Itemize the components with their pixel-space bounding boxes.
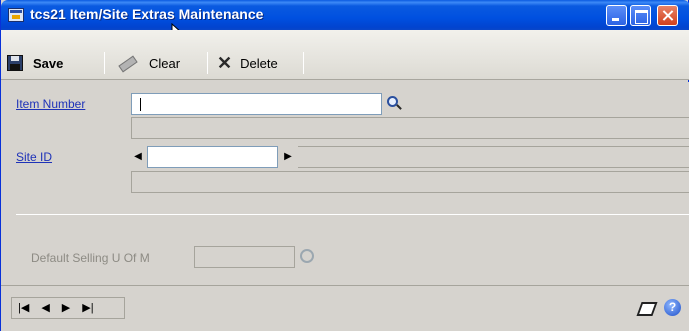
site-description-display [131, 171, 689, 193]
clear-label: Clear [149, 55, 181, 71]
status-bar: |◀ ◀ ▶ ▶| ? [1, 285, 689, 331]
save-label: Save [33, 55, 64, 71]
section-divider [16, 214, 689, 215]
minimize-button[interactable] [606, 5, 627, 26]
floppy-disk-icon [7, 55, 23, 71]
maintenance-form: Item Number Site ID ◀ ▶ Default Selling … [16, 82, 689, 285]
last-record-button[interactable]: ▶| [82, 302, 93, 314]
item-number-input[interactable] [131, 93, 382, 115]
action-toolbar: Save Clear ✕ Delete [1, 30, 689, 80]
help-icon[interactable]: ? [664, 299, 681, 316]
x-delete-icon: ✕ [217, 53, 233, 73]
title-bar[interactable]: tcs21 Item/Site Extras Maintenance [1, 0, 689, 41]
next-record-button[interactable]: ▶ [62, 302, 70, 314]
previous-record-button[interactable]: ◀ [41, 302, 49, 314]
window-title: tcs21 Item/Site Extras Maintenance [30, 6, 264, 22]
note-icon[interactable] [637, 300, 655, 316]
toolbar-separator [303, 52, 304, 74]
close-button[interactable] [657, 5, 678, 26]
maintenance-window: tcs21 Item/Site Extras Maintenance Save … [0, 0, 689, 331]
window-app-icon [8, 8, 24, 22]
save-button[interactable]: Save [7, 54, 63, 72]
site-id-extension [298, 146, 689, 168]
default-selling-uofm-input [194, 246, 295, 268]
item-number-lookup-button[interactable] [385, 95, 403, 113]
toolbar-separator [104, 52, 105, 74]
text-cursor [140, 98, 141, 111]
delete-button[interactable]: ✕ Delete [217, 54, 278, 72]
toolbar-separator [207, 52, 208, 74]
clear-button[interactable]: Clear [117, 54, 180, 72]
record-navigation: |◀ ◀ ▶ ▶| [11, 297, 125, 319]
item-description-display [131, 117, 689, 139]
site-id-label[interactable]: Site ID [16, 150, 52, 164]
item-number-label[interactable]: Item Number [16, 97, 85, 111]
uofm-lookup-disabled-icon [300, 249, 314, 263]
site-id-input[interactable] [147, 146, 278, 168]
maximize-button[interactable] [630, 5, 651, 26]
default-selling-uofm-label: Default Selling U Of M [31, 251, 150, 265]
eraser-icon [117, 56, 137, 70]
site-id-previous-button[interactable]: ◀ [131, 146, 145, 166]
delete-label: Delete [240, 55, 278, 71]
first-record-button[interactable]: |◀ [18, 302, 29, 314]
site-id-next-button[interactable]: ▶ [281, 146, 295, 166]
